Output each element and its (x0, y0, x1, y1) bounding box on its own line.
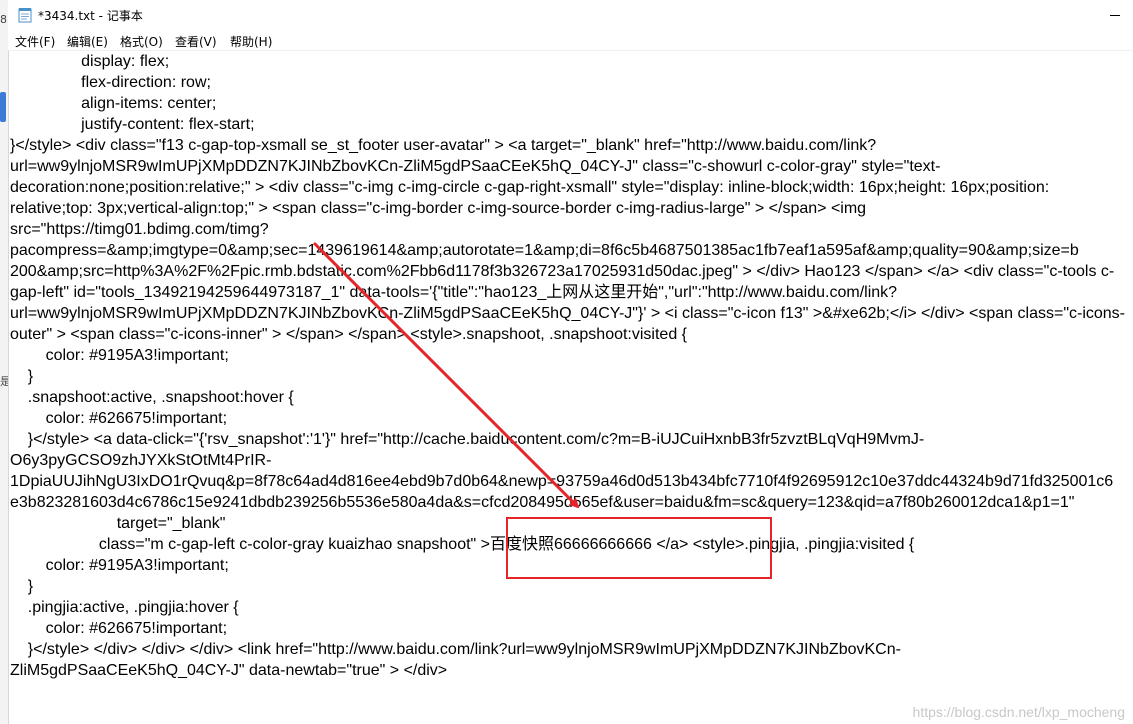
watermark: https://blog.csdn.net/lxp_mocheng (912, 704, 1125, 720)
annotation-highlight-box (506, 517, 772, 579)
annotation-arrow (312, 241, 580, 509)
